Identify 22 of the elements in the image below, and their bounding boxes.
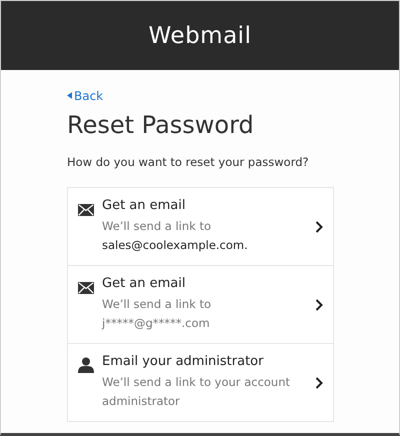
back-arrow-icon [67,92,72,99]
prompt-text: How do you want to reset your password? [67,155,310,169]
chevron-right-icon [315,220,323,232]
reset-option[interactable]: Get an email We’ll send a link to sales@coolexample.com. [68,188,333,265]
envelope-icon [78,204,94,216]
option-description: j*****@g*****.com [102,315,211,332]
page-heading: Reset Password [67,111,255,139]
reset-option[interactable]: Get an email We’ll send a link to j*****@g*****.com [68,265,333,343]
envelope-icon [78,282,94,294]
back-link[interactable]: Back [67,88,104,102]
option-description: We’ll send a link to your account administrator [102,374,292,410]
option-title: Get an email [102,198,186,213]
option-description: We’ll send a link to [102,296,212,313]
person-icon [78,357,94,373]
chevron-right-icon [315,376,323,388]
reset-option[interactable]: Email your administrator We’ll send a link to your account administrator [68,343,333,421]
chevron-right-icon [315,298,323,310]
option-title: Email your administrator [102,354,264,369]
option-description: We’ll send a link to [102,218,212,235]
option-title: Get an email [102,276,186,291]
app-title: Webmail [148,22,252,48]
option-description: sales@coolexample.com. [102,237,249,254]
